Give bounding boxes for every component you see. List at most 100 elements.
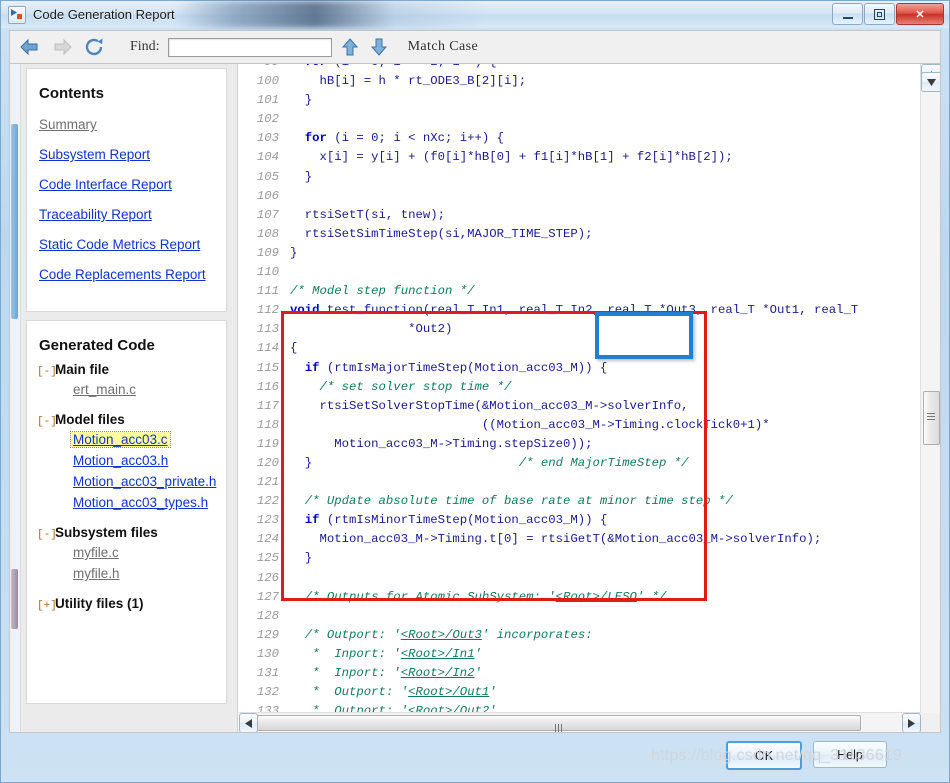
sidebar-scrollbar-thumb[interactable] (11, 124, 18, 319)
code-scroll-area[interactable]: 99 for (i = 0; i <= 2; i++) { 100 hB[i] … (239, 64, 921, 713)
toc-link-summary[interactable]: Summary (39, 117, 97, 132)
tree-node-utility-files[interactable]: [+] Utility files (1) (37, 596, 226, 612)
line-number: 127 (256, 589, 279, 604)
line-number: 125 (256, 551, 279, 566)
list-item: myfile.h (37, 565, 226, 583)
code-horizontal-scrollbar[interactable] (239, 712, 921, 732)
file-link-motion-acc03-private-h[interactable]: Motion_acc03_private.h (73, 474, 216, 489)
file-link-myfile-h[interactable]: myfile.h (73, 566, 120, 581)
line-number: 105 (256, 169, 279, 184)
tree-node-label: Subsystem files (55, 525, 158, 540)
title-bar-blur-artifact (176, 1, 486, 28)
scroll-right-icon[interactable] (902, 713, 921, 732)
file-link-ert-main-c[interactable]: ert_main.c (73, 382, 136, 397)
sidebar-scrollbar[interactable] (10, 64, 21, 732)
report-content: Contents Summary Subsystem Report Code I… (9, 63, 941, 733)
line-number: 124 (256, 532, 279, 547)
line-number: 131 (256, 666, 279, 680)
line-number: 112 (256, 303, 279, 318)
forward-arrow-icon (50, 35, 74, 59)
spacer (37, 402, 226, 412)
line-number: 111 (256, 284, 279, 299)
expand-expander-icon[interactable]: [+] (37, 600, 57, 612)
file-link-motion-acc03-types-h[interactable]: Motion_acc03_types.h (73, 495, 208, 510)
line-number: 110 (256, 265, 279, 280)
list-item: Motion_acc03.h (37, 452, 226, 470)
spacer (37, 586, 226, 596)
spacer (37, 515, 226, 525)
line-number: 122 (256, 494, 279, 509)
find-label: Find: (130, 39, 160, 54)
reload-icon[interactable] (82, 35, 106, 59)
toc-link-subsystem-report[interactable]: Subsystem Report (39, 147, 150, 162)
find-input[interactable] (167, 37, 332, 57)
scroll-left-icon[interactable] (239, 713, 258, 732)
line-number: 129 (256, 627, 279, 642)
line-number: 113 (256, 322, 279, 337)
tree-node-subsystem-files[interactable]: [-] Subsystem files (37, 525, 226, 541)
collapse-expander-icon[interactable]: [-] (37, 366, 57, 378)
line-number: 104 (256, 150, 279, 165)
file-link-motion-acc03-h[interactable]: Motion_acc03.h (73, 453, 168, 468)
toc-link-code-interface-report[interactable]: Code Interface Report (39, 177, 172, 192)
line-number: 121 (256, 475, 279, 490)
line-number: 123 (256, 513, 279, 528)
contents-link-list: Summary Subsystem Report Code Interface … (27, 102, 226, 284)
code-horizontal-scrollbar-thumb[interactable] (257, 715, 861, 732)
generated-code-tree: [-] Main file ert_main.c [-] Model files… (27, 354, 226, 612)
line-number: 118 (256, 417, 279, 432)
match-case-label[interactable]: Match Case (408, 39, 478, 55)
list-item: Static Code Metrics Report (39, 236, 226, 254)
window-title: Code Generation Report (33, 7, 175, 22)
source-code-listing[interactable]: 99 for (i = 0; i <= 2; i++) { 100 hB[i] … (239, 64, 858, 713)
toc-link-code-replacements-report[interactable]: Code Replacements Report (39, 267, 206, 282)
tree-node-label: Main file (55, 362, 110, 377)
back-arrow-icon[interactable] (18, 35, 42, 59)
line-number: 120 (256, 455, 279, 470)
close-button[interactable]: ✕ (896, 3, 944, 25)
list-item: Traceability Report (39, 206, 226, 224)
grip-icon (555, 719, 564, 732)
toc-link-static-code-metrics-report[interactable]: Static Code Metrics Report (39, 237, 200, 252)
line-number: 106 (256, 188, 279, 203)
file-link-motion-acc03-c[interactable]: Motion_acc03.c (70, 431, 171, 448)
file-link-myfile-c[interactable]: myfile.c (73, 545, 119, 560)
line-number: 117 (256, 398, 279, 413)
find-previous-icon[interactable] (339, 35, 361, 59)
collapse-expander-icon[interactable]: [-] (37, 416, 57, 428)
tree-node-main-file[interactable]: [-] Main file (37, 362, 226, 378)
help-button[interactable]: Help (813, 741, 887, 768)
tree-node-model-files[interactable]: [-] Model files (37, 412, 226, 428)
collapse-expander-icon[interactable]: [-] (37, 529, 57, 541)
toc-link-traceability-report[interactable]: Traceability Report (39, 207, 152, 222)
list-item: Subsystem Report (39, 146, 226, 164)
find-toolbar: Find: Match Case (9, 30, 941, 63)
list-item: ert_main.c (37, 381, 226, 399)
tree-node-label: Model files (55, 412, 125, 427)
ok-button[interactable]: OK (726, 741, 802, 770)
maximize-button[interactable] (864, 3, 895, 25)
line-number: 115 (256, 360, 279, 375)
line-number: 109 (256, 245, 279, 260)
scrollbar-corner (921, 713, 940, 732)
line-number: 103 (256, 131, 279, 146)
scroll-down-icon[interactable] (921, 72, 940, 92)
list-item: Motion_acc03.c (37, 431, 226, 449)
close-icon: ✕ (915, 8, 925, 21)
code-generation-report-window: Code Generation Report ✕ Find: Match Cas… (0, 0, 950, 783)
generated-code-panel: Generated Code [-] Main file ert_main.c … (26, 320, 227, 704)
line-number: 130 (256, 646, 279, 661)
list-item: Code Replacements Report (39, 266, 226, 284)
code-vertical-scrollbar[interactable] (920, 64, 940, 713)
line-number: 107 (256, 207, 279, 222)
find-next-icon[interactable] (368, 35, 390, 59)
line-number: 116 (256, 379, 279, 394)
tree-node-label: Utility files (1) (55, 596, 144, 611)
line-number: 102 (256, 112, 279, 127)
sidebar-scrollbar-thumb-secondary[interactable] (11, 569, 18, 629)
minimize-icon (842, 14, 853, 19)
line-number: 132 (256, 685, 279, 700)
list-item: myfile.c (37, 544, 226, 562)
minimize-button[interactable] (832, 3, 863, 25)
code-vertical-scrollbar-thumb[interactable] (923, 391, 940, 445)
